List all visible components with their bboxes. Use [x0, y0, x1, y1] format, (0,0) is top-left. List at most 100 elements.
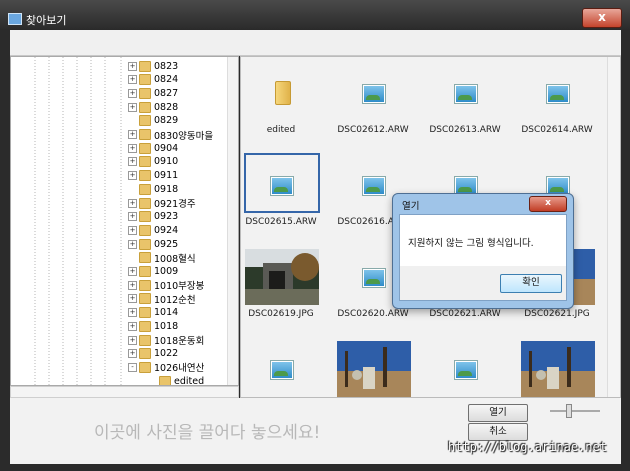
tree-item[interactable]: +0904 — [128, 141, 178, 155]
title-bar[interactable]: 찾아보기 x — [0, 0, 630, 30]
tree-item[interactable]: +1022 — [128, 347, 178, 361]
tree-item[interactable]: +1018 — [128, 319, 178, 333]
tree-item[interactable]: 0918 — [128, 182, 178, 196]
expander-icon[interactable]: + — [128, 267, 137, 276]
tree-item-label: 1008혈식 — [154, 253, 196, 265]
folder-icon — [139, 129, 151, 140]
tree-item[interactable]: +0924 — [128, 223, 178, 237]
dialog-ok-button[interactable]: 확인 — [500, 274, 562, 293]
window-close-button[interactable]: x — [582, 8, 622, 28]
thumbnail-item[interactable] — [428, 335, 518, 397]
expander-icon[interactable]: + — [128, 130, 137, 139]
cancel-button[interactable]: 취소 — [468, 423, 528, 441]
folder-icon — [139, 183, 151, 195]
thumbnail-caption: DSC02621.JPG — [524, 309, 590, 319]
folder-icon — [159, 375, 171, 385]
tree-item[interactable]: +0911 — [128, 169, 178, 183]
expander-icon[interactable]: + — [128, 88, 137, 98]
tree-item[interactable]: 1008혈식 — [128, 251, 196, 265]
tree-item[interactable]: +1009 — [128, 265, 178, 279]
tree-item-label: 1014 — [154, 307, 179, 319]
folder-icon — [139, 170, 151, 182]
folder-icon — [139, 348, 151, 360]
dialog-close-button[interactable]: x — [529, 196, 567, 212]
open-button[interactable]: 열기 — [468, 404, 528, 422]
expander-icon[interactable]: + — [128, 61, 137, 71]
folder-icon — [139, 307, 151, 319]
dialog-footer: 확인 — [399, 266, 567, 301]
thumbnail-caption: DSC02614.ARW — [521, 125, 593, 135]
expander-icon[interactable]: + — [128, 308, 137, 318]
expander-icon[interactable]: + — [128, 335, 137, 345]
expander-icon[interactable]: + — [128, 225, 137, 235]
expander-icon[interactable]: + — [128, 157, 137, 167]
tree-item[interactable]: +0830양동마을 — [128, 128, 213, 142]
tree-item[interactable]: +0828 — [128, 100, 178, 114]
tree-item[interactable]: +0921경주 — [128, 196, 196, 210]
tree-item-label: 0828 — [154, 101, 179, 113]
folder-tree[interactable]: +0823 +0824 +0827 +0828 0829 +0830양동마을 +0904 +0… — [10, 56, 239, 386]
expander-icon[interactable]: + — [128, 171, 137, 181]
tree-item-label: 1012순천 — [154, 294, 196, 306]
thumbnail-caption: DSC02613.ARW — [429, 125, 501, 135]
expander-icon[interactable]: - — [128, 362, 137, 372]
zoom-slider-track[interactable] — [550, 410, 600, 412]
tree-item[interactable]: +0823 — [128, 59, 178, 73]
zoom-slider-thumb[interactable] — [566, 404, 572, 418]
thumbnail-vertical-scrollbar[interactable] — [607, 57, 620, 397]
tree-item[interactable]: +0910 — [128, 155, 178, 169]
expander-icon[interactable]: + — [128, 321, 137, 331]
expander-icon[interactable]: + — [128, 212, 137, 222]
expander-icon[interactable]: + — [128, 280, 137, 290]
tree-item[interactable]: +0827 — [128, 86, 178, 100]
thumbnail-item[interactable]: DSC02614.ARW — [520, 59, 610, 149]
folder-icon — [139, 266, 151, 277]
thumbnail-item[interactable]: DSC02613.ARW — [428, 59, 518, 149]
tree-item[interactable]: +1018운동회 — [128, 333, 204, 347]
tree-vertical-scrollbar[interactable] — [227, 57, 238, 385]
expander-icon[interactable]: + — [128, 198, 137, 208]
image-file-icon — [271, 177, 293, 195]
folder-icon — [139, 87, 151, 99]
tree-item[interactable]: +0923 — [128, 210, 178, 224]
folder-icon — [139, 101, 151, 113]
expander-icon[interactable]: + — [128, 349, 137, 359]
tree-item[interactable]: - 1026내연산 — [128, 360, 204, 374]
thumbnail-item[interactable]: DSC02619.JPG — [244, 243, 334, 333]
expander-icon[interactable]: + — [128, 239, 137, 249]
tree-item[interactable]: edited — [148, 374, 204, 385]
tree-item-label: 0911 — [154, 170, 179, 182]
tree-item[interactable]: +1012순천 — [128, 292, 196, 306]
drop-zone-hint[interactable]: 이곳에 사진을 끌어다 놓으세요! — [94, 418, 320, 443]
tree-item[interactable]: +1014 — [128, 306, 178, 320]
thumbnail-item[interactable] — [520, 335, 610, 397]
dialog-message: 지원하지 않는 그림 형식입니다. — [408, 238, 534, 249]
tree-item-label: 1010부장봉 — [154, 281, 205, 293]
folder-icon — [139, 320, 151, 332]
thumbnail-item[interactable] — [244, 335, 334, 397]
tree-item[interactable]: +0824 — [128, 73, 178, 87]
expander-icon[interactable]: + — [128, 102, 137, 112]
app-icon — [8, 13, 22, 25]
thumbnail-caption: edited — [266, 125, 296, 135]
folder-icon — [139, 197, 151, 209]
tree-horizontal-scrollbar[interactable] — [10, 386, 239, 398]
error-dialog: 열기 x 지원하지 않는 그림 형식입니다. 확인 — [392, 193, 574, 309]
tree-item[interactable]: +1010부장봉 — [128, 278, 204, 292]
expander-icon[interactable]: + — [128, 143, 137, 153]
thumbnail-item[interactable]: edited — [244, 59, 334, 149]
bottom-panel: 이곳에 사진을 끌어다 놓으세요! 열기 취소 — [10, 398, 621, 464]
window-title: 찾아보기 — [26, 14, 67, 27]
expander-icon[interactable]: + — [128, 75, 137, 85]
thumbnail-item[interactable] — [336, 335, 426, 397]
thumbnail-caption: DSC02615.ARW — [245, 217, 317, 227]
tree-item-label: 0925 — [154, 238, 179, 250]
expander-icon[interactable]: + — [128, 294, 137, 304]
tree-item[interactable]: +0925 — [128, 237, 178, 251]
thumbnail-item[interactable]: DSC02615.ARW — [244, 151, 334, 241]
expander-icon — [128, 185, 137, 194]
tree-item[interactable]: 0829 — [128, 114, 178, 128]
folder-icon — [139, 293, 151, 305]
thumbnail-item[interactable]: DSC02612.ARW — [336, 59, 426, 149]
folder-icon — [139, 115, 151, 127]
